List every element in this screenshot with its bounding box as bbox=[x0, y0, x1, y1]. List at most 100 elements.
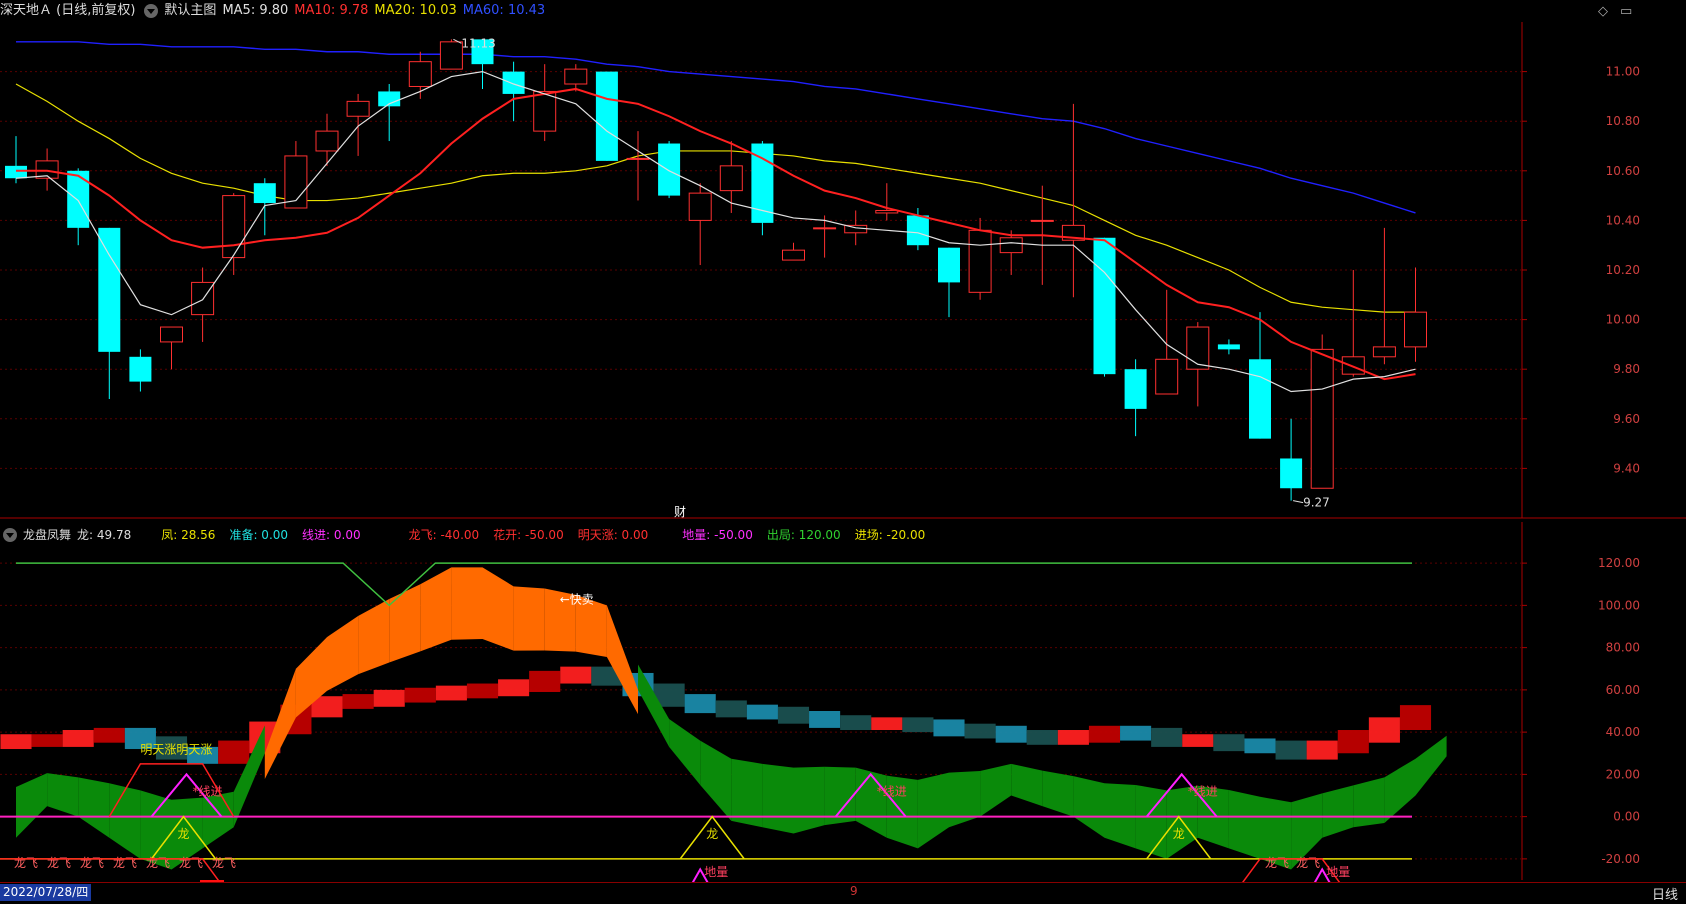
candle-body bbox=[1217, 344, 1240, 350]
long-band-segment bbox=[715, 700, 747, 718]
xianjin-label: *线进 bbox=[877, 785, 907, 799]
current-date: 2022/07/28/四 bbox=[0, 884, 92, 901]
time-axis bbox=[0, 882, 1686, 904]
feng-area-segment bbox=[109, 783, 141, 859]
long-band-segment bbox=[746, 704, 778, 720]
feng-area-segment bbox=[1042, 770, 1074, 817]
candle-body bbox=[253, 183, 276, 204]
low-label: 9.27 bbox=[1303, 496, 1330, 510]
long-band-segment bbox=[684, 694, 716, 714]
long-band-segment bbox=[31, 734, 63, 747]
diliang-label: 地量 bbox=[704, 865, 728, 879]
price-tick-label: 10.00 bbox=[1606, 313, 1640, 327]
feng-area-segment bbox=[1073, 776, 1105, 838]
candle-body bbox=[719, 165, 743, 192]
long-band-segment bbox=[964, 723, 996, 739]
sub-indicator-chart[interactable]: -20.00 0.00 20.00 40.00 60.00 80.00 100.00 120.… bbox=[0, 522, 1686, 882]
price-tick-label: 11.00 bbox=[1606, 65, 1640, 79]
feng-area-segment bbox=[1353, 777, 1385, 828]
sub-tick-label: 100.00 bbox=[1598, 598, 1640, 612]
price-tick-label: 10.80 bbox=[1606, 114, 1640, 128]
month-marker: 9 bbox=[850, 884, 858, 898]
long-label: 龙 bbox=[177, 827, 189, 841]
long-label: 龙 bbox=[706, 827, 718, 841]
sub-tick-label: 80.00 bbox=[1606, 641, 1640, 655]
feng-area-segment bbox=[16, 773, 48, 838]
long-band-segment bbox=[840, 715, 872, 731]
sub-tick-label: 0.00 bbox=[1613, 810, 1640, 824]
feng-area-segment bbox=[700, 740, 732, 821]
candle-body bbox=[1280, 458, 1303, 489]
candle-body bbox=[626, 157, 650, 160]
long-band-segment bbox=[1213, 734, 1245, 752]
feng-area-segment bbox=[1322, 785, 1354, 838]
feng-area-segment bbox=[980, 763, 1012, 817]
candle-body bbox=[1372, 346, 1396, 358]
candle-body bbox=[191, 281, 215, 316]
candle-body bbox=[129, 356, 152, 382]
candle-body bbox=[408, 61, 432, 87]
price-tick-label: 9.60 bbox=[1613, 412, 1640, 426]
feng-area-segment bbox=[47, 773, 79, 817]
price-tick-label: 10.60 bbox=[1606, 164, 1640, 178]
feng-area-segment bbox=[78, 777, 110, 838]
main-price-chart[interactable]: 9.40 9.60 9.80 10.00 10.20 10.40 10.60 10.80 11.… bbox=[0, 0, 1686, 520]
long-band-segment bbox=[1088, 725, 1121, 743]
candle-body bbox=[67, 170, 90, 228]
long-label: 龙 bbox=[1173, 827, 1185, 841]
finance-marker: 财 bbox=[674, 505, 686, 519]
feng-area-segment bbox=[606, 605, 638, 715]
candle-body bbox=[1093, 237, 1116, 375]
candle-body bbox=[938, 247, 960, 283]
long-band-segment bbox=[1026, 730, 1058, 745]
price-tick-label: 10.40 bbox=[1606, 213, 1640, 227]
candle-body bbox=[1310, 348, 1334, 489]
candle-body bbox=[782, 249, 805, 261]
feng-area-segment bbox=[1415, 735, 1447, 796]
feng-area-segment bbox=[358, 599, 390, 675]
feng-area-segment bbox=[451, 567, 483, 640]
long-band-segment bbox=[373, 689, 405, 707]
candle-body bbox=[968, 229, 992, 293]
long-band-segment bbox=[560, 666, 592, 684]
feng-area-segment bbox=[917, 772, 949, 849]
long-band-segment bbox=[902, 717, 934, 733]
price-tick-label: 10.20 bbox=[1606, 263, 1640, 277]
candle-body bbox=[439, 41, 463, 70]
low-pointer bbox=[1293, 500, 1304, 504]
long-band-segment bbox=[529, 670, 561, 692]
long-band-segment bbox=[218, 740, 250, 764]
candle-body bbox=[1249, 359, 1271, 439]
long-band-segment bbox=[1120, 725, 1152, 741]
feng-area-segment bbox=[389, 584, 421, 663]
long-band-segment bbox=[404, 687, 436, 703]
kuaimai-label: ←快卖 bbox=[560, 592, 594, 606]
long-band-segment bbox=[1057, 730, 1089, 745]
candle-body bbox=[1404, 311, 1427, 348]
candle-body bbox=[813, 227, 837, 230]
feng-area-segment bbox=[1384, 758, 1416, 823]
feng-area-segment bbox=[793, 766, 825, 834]
high-label: 11.13 bbox=[461, 36, 495, 50]
long-band-segment bbox=[1368, 717, 1400, 743]
candle-body bbox=[98, 227, 121, 352]
long-band-segment bbox=[466, 683, 499, 699]
xianjin-label: *线进 bbox=[1188, 785, 1218, 799]
long-band-segment bbox=[1337, 730, 1369, 754]
feng-area-segment bbox=[327, 615, 359, 691]
price-tick-label: 9.40 bbox=[1613, 461, 1640, 475]
feng-area-segment bbox=[1228, 790, 1260, 859]
long-band-segment bbox=[1244, 738, 1276, 754]
candle-body bbox=[222, 195, 246, 259]
feng-area-segment bbox=[1135, 784, 1167, 859]
candle-body bbox=[1186, 326, 1210, 370]
long-band-segment bbox=[93, 727, 125, 743]
candle-body bbox=[595, 71, 618, 161]
feng-area-segment bbox=[949, 770, 981, 828]
candle-body bbox=[160, 326, 183, 343]
long-band-segment bbox=[1151, 727, 1183, 747]
long-band-segment bbox=[1306, 740, 1338, 760]
candle-body bbox=[346, 100, 370, 117]
period-label[interactable]: 日线 bbox=[1652, 884, 1678, 903]
long-band-segment bbox=[809, 711, 841, 728]
